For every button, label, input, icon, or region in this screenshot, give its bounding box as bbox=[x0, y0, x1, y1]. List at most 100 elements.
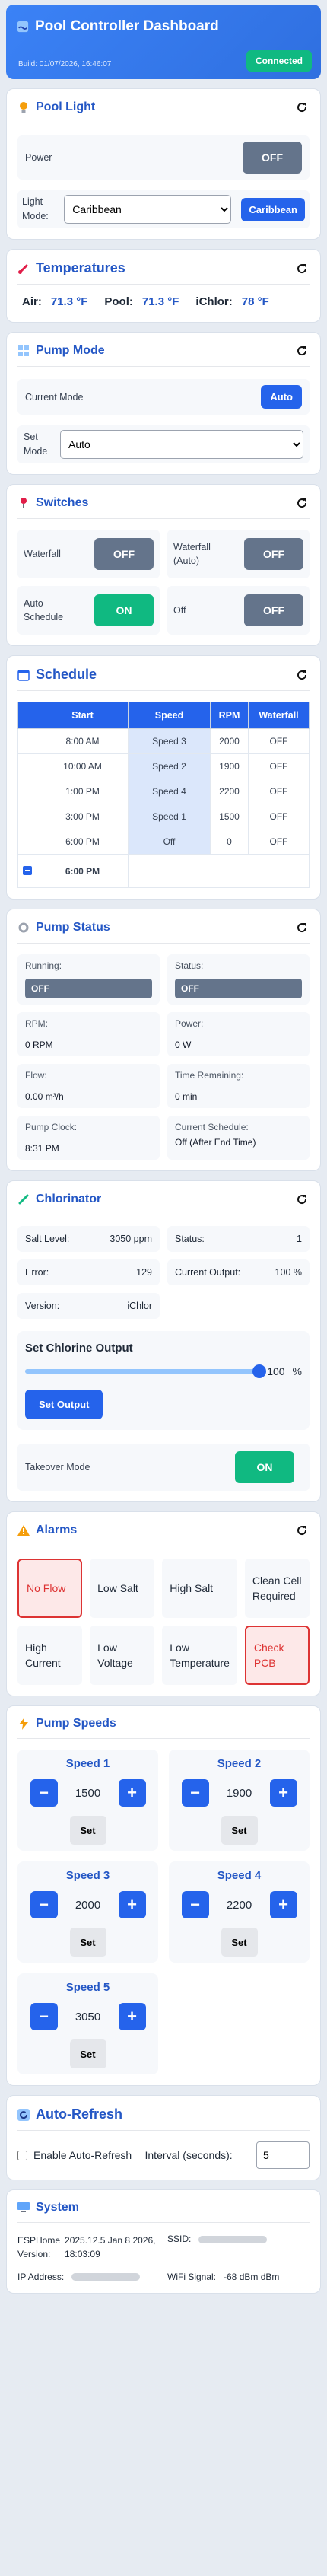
speed-3-value[interactable]: 2000 bbox=[67, 1899, 110, 1912]
speed-5-minus-button[interactable]: − bbox=[30, 2003, 58, 2030]
switch-auto-schedule: Auto Schedule ON bbox=[17, 586, 160, 635]
table-row[interactable]: 6:00 PM Off 0 OFF bbox=[17, 829, 310, 855]
chlorinator-title: Chlorinator bbox=[17, 1192, 101, 1206]
light-mode-select[interactable]: Caribbean bbox=[64, 195, 232, 224]
speed-1-set-button[interactable]: Set bbox=[69, 1816, 106, 1845]
esphome-version-field: ESPHome Version: 2025.12.5 Jan 8 2026, 1… bbox=[17, 2235, 156, 2259]
schedule-col-start: Start bbox=[37, 702, 129, 729]
refresh-icon[interactable] bbox=[294, 261, 310, 276]
running-badge: OFF bbox=[25, 979, 152, 998]
speed-5-set-button[interactable]: Set bbox=[69, 2039, 106, 2068]
auto-schedule-toggle[interactable]: ON bbox=[94, 594, 154, 626]
interval-input[interactable] bbox=[256, 2141, 310, 2169]
table-row[interactable]: 10:00 AM Speed 2 1900 OFF bbox=[17, 753, 310, 779]
schedule-col-rpm: RPM bbox=[210, 702, 249, 729]
pool-light-title: Pool Light bbox=[17, 100, 95, 114]
speed-2-minus-button[interactable]: − bbox=[181, 1779, 209, 1807]
refresh-icon[interactable] bbox=[294, 1523, 310, 1538]
enable-auto-refresh-checkbox[interactable] bbox=[17, 2150, 27, 2160]
table-row[interactable]: 8:00 AM Speed 3 2000 OFF bbox=[17, 728, 310, 754]
table-row[interactable]: 3:00 PM Speed 1 1500 OFF bbox=[17, 804, 310, 829]
power-toggle-button[interactable]: OFF bbox=[243, 142, 302, 174]
ichlor-temp: iChlor: 78 °F bbox=[195, 295, 269, 308]
speed-5-plus-button[interactable]: + bbox=[118, 2003, 146, 2030]
bulb-icon bbox=[17, 101, 30, 113]
set-mode-select[interactable]: Auto bbox=[60, 430, 303, 459]
pump-mode-card: Pump Mode Current Mode Auto Set Mode Aut… bbox=[6, 332, 321, 475]
speed-1-plus-button[interactable]: + bbox=[118, 1779, 146, 1807]
schedule-col-waterfall: Waterfall bbox=[248, 702, 310, 729]
current-mode-badge[interactable]: Auto bbox=[261, 385, 302, 409]
set-output-button[interactable]: Set Output bbox=[25, 1390, 103, 1419]
pool-light-card: Pool Light Power OFF Light Mode: Caribbe… bbox=[6, 88, 321, 240]
alarm-low-voltage: Low Voltage bbox=[90, 1626, 155, 1685]
current-mode-row: Current Mode Auto bbox=[17, 379, 310, 415]
pump-status-label: Pump Status bbox=[36, 921, 110, 934]
alarm-high-salt: High Salt bbox=[162, 1559, 237, 1618]
pump-speeds-grid: Speed 1 −1500 + Set Speed 2 −1900 + Set Sp… bbox=[17, 1750, 310, 2074]
speed-2-plus-button[interactable]: + bbox=[269, 1779, 297, 1807]
speed-3-minus-button[interactable]: − bbox=[30, 1891, 58, 1918]
chlorine-slider[interactable] bbox=[25, 1364, 267, 1378]
speed-3-plus-button[interactable]: + bbox=[118, 1891, 146, 1918]
pump-mode-title: Pump Mode bbox=[17, 344, 105, 358]
wifi-signal-field: WiFi Signal: -68 dBm dBm bbox=[167, 2272, 280, 2282]
chlor-status-field: Status: 1 bbox=[167, 1226, 310, 1252]
ssid-redacted bbox=[198, 2236, 268, 2243]
system-title: System bbox=[17, 2201, 79, 2215]
light-mode-button[interactable]: Caribbean bbox=[241, 197, 305, 221]
switch-off: Off OFF bbox=[167, 586, 310, 635]
lightning-icon bbox=[17, 1718, 30, 1730]
auto-refresh-title: Auto-Refresh bbox=[17, 2106, 122, 2122]
takeover-toggle[interactable]: ON bbox=[235, 1451, 294, 1483]
power-row: Power OFF bbox=[17, 135, 310, 180]
speed-1-value[interactable]: 1500 bbox=[67, 1787, 110, 1800]
pump-mode-label: Pump Mode bbox=[36, 344, 105, 357]
alarms-grid: No Flow Low Salt High Salt Clean Cell Re… bbox=[17, 1559, 310, 1685]
light-mode-label: Light Mode: bbox=[22, 196, 49, 221]
chlor-version-field: Version: iChlor bbox=[17, 1293, 160, 1319]
refresh-icon[interactable] bbox=[294, 920, 310, 935]
set-mode-label: Set Mode bbox=[24, 431, 48, 457]
pump-status-title: Pump Status bbox=[17, 921, 110, 935]
pump-speeds-title: Pump Speeds bbox=[17, 1717, 116, 1731]
auto-refresh-label: Auto-Refresh bbox=[36, 2106, 123, 2122]
speed-4-plus-button[interactable]: + bbox=[269, 1891, 297, 1918]
switch-waterfall-auto: Waterfall (Auto) OFF bbox=[167, 530, 310, 578]
speed-4-set-button[interactable]: Set bbox=[221, 1928, 258, 1957]
refresh-icon[interactable] bbox=[294, 667, 310, 683]
off-toggle[interactable]: OFF bbox=[244, 594, 303, 626]
speed-2-value[interactable]: 1900 bbox=[218, 1787, 261, 1800]
chlorinator-label: Chlorinator bbox=[36, 1192, 102, 1205]
schedule-label: Schedule bbox=[36, 667, 97, 682]
slider-handle[interactable] bbox=[252, 1364, 267, 1378]
auto-refresh-row: Enable Auto-Refresh Interval (seconds): bbox=[17, 2141, 310, 2169]
speed-4-minus-button[interactable]: − bbox=[181, 1891, 209, 1918]
speed-1-minus-button[interactable]: − bbox=[30, 1779, 58, 1807]
pool-icon bbox=[17, 21, 29, 33]
switches-grid: Waterfall OFF Waterfall (Auto) OFF Auto … bbox=[17, 530, 310, 635]
refresh-icon[interactable] bbox=[294, 1192, 310, 1207]
table-row[interactable]: 1:00 PM Speed 4 2200 OFF bbox=[17, 779, 310, 804]
refresh-icon[interactable] bbox=[294, 100, 310, 115]
warning-icon bbox=[17, 1524, 30, 1536]
light-mode-row: Light Mode: Caribbean Caribbean bbox=[17, 190, 310, 228]
refresh-icon[interactable] bbox=[294, 343, 310, 358]
schedule-title: Schedule bbox=[17, 667, 97, 683]
interval-label: Interval (seconds): bbox=[144, 2148, 233, 2161]
schedule-card: Schedule Start Speed RPM Waterfall 8:00 … bbox=[6, 655, 321, 900]
switch-waterfall: Waterfall OFF bbox=[17, 530, 160, 578]
refresh-icon[interactable] bbox=[294, 495, 310, 511]
speed-4-value[interactable]: 2200 bbox=[218, 1899, 261, 1912]
pump-status-grid: Running: OFF Status: OFF RPM: 0 RPM Power: 0… bbox=[17, 954, 310, 1160]
chlorinator-card: Chlorinator Salt Level: 3050 ppm Status: 1… bbox=[6, 1180, 321, 1502]
pump-speeds-label: Pump Speeds bbox=[36, 1717, 116, 1730]
speed-3-set-button[interactable]: Set bbox=[69, 1928, 106, 1957]
waterfall-toggle[interactable]: OFF bbox=[94, 538, 154, 570]
flask-icon bbox=[17, 1193, 30, 1205]
speed-5-value[interactable]: 3050 bbox=[67, 2011, 110, 2024]
switches-title: Switches bbox=[17, 496, 88, 510]
speed-2-set-button[interactable]: Set bbox=[221, 1816, 258, 1845]
waterfall-auto-toggle[interactable]: OFF bbox=[244, 538, 303, 570]
build-info: Build: 01/07/2026, 16:46:07 bbox=[18, 60, 112, 68]
